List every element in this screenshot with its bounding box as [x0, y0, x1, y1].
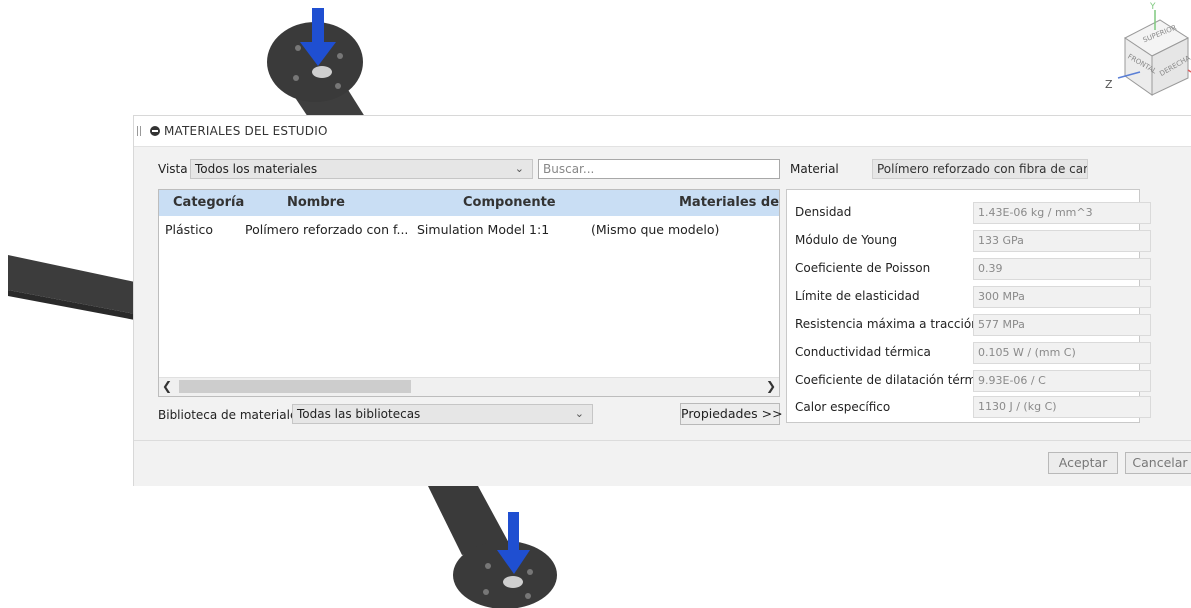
column-header-category[interactable]: Categoría [173, 190, 244, 216]
properties-button[interactable]: Propiedades >> [680, 403, 783, 425]
property-label: Densidad [795, 205, 852, 219]
cell-name: Polímero reforzado con f... [245, 222, 409, 237]
material-name-value: Polímero reforzado con fibra de carbono [877, 162, 1088, 176]
dialog-title: MATERIALES DEL ESTUDIO [164, 124, 328, 138]
property-value: 1.43E-06 kg / mm^3 [973, 202, 1151, 224]
horizontal-scrollbar[interactable]: ❮ ❯ [159, 377, 779, 396]
study-materials-dialog: MATERIALES DEL ESTUDIO Vista Todos los m… [133, 115, 1191, 486]
cell-category: Plástico [165, 222, 214, 237]
property-value: 133 GPa [973, 230, 1151, 252]
library-select-value: Todas las bibliotecas [297, 407, 421, 421]
property-value: 9.93E-06 / C [973, 370, 1151, 392]
chevron-down-icon: ⌄ [514, 162, 524, 175]
column-header-component[interactable]: Componente [463, 190, 556, 216]
library-label: Biblioteca de materiales [158, 408, 304, 422]
scrollbar-thumb[interactable] [179, 380, 411, 393]
arm-left [8, 255, 135, 320]
materials-table: Categoría Nombre Componente Materiales d… [158, 189, 780, 397]
search-placeholder: Buscar... [543, 162, 595, 176]
property-label: Calor específico [795, 400, 891, 414]
axis-y-label: Y [1150, 2, 1156, 12]
cell-material-source: (Mismo que modelo) [591, 222, 720, 237]
column-header-name[interactable]: Nombre [287, 190, 345, 216]
property-value: 1130 J / (kg C) [973, 396, 1151, 418]
arm-bottom [428, 486, 557, 608]
dialog-titlebar[interactable]: MATERIALES DEL ESTUDIO [134, 116, 1191, 147]
column-header-materials[interactable]: Materiales de [679, 190, 779, 216]
property-label: Coeficiente de dilatación térmica [795, 373, 994, 387]
scroll-left-icon[interactable]: ❮ [162, 379, 172, 393]
property-label: Límite de elasticidad [795, 289, 920, 303]
cancel-button[interactable]: Cancelar [1125, 452, 1191, 474]
drag-grip-icon[interactable] [137, 126, 141, 136]
properties-panel: Densidad 1.43E-06 kg / mm^3 Módulo de Yo… [786, 189, 1151, 423]
property-value: 0.39 [973, 258, 1151, 280]
collapse-icon[interactable] [150, 126, 160, 136]
library-select[interactable]: Todas las bibliotecas ⌄ [292, 404, 593, 424]
search-input[interactable]: Buscar... [538, 159, 780, 179]
view-select-value: Todos los materiales [195, 162, 318, 176]
accept-button[interactable]: Aceptar [1048, 452, 1118, 474]
property-value: 0.105 W / (mm C) [973, 342, 1151, 364]
scroll-right-icon[interactable]: ❯ [766, 379, 776, 393]
view-label: Vista [158, 162, 188, 176]
material-name-field: Polímero reforzado con fibra de carbono [872, 159, 1088, 179]
material-label: Material [790, 162, 839, 176]
chevron-down-icon: ⌄ [574, 407, 584, 420]
view-select[interactable]: Todos los materiales ⌄ [190, 159, 533, 179]
property-value: 300 MPa [973, 286, 1151, 308]
axis-z-label: Z [1105, 78, 1113, 91]
footer-divider [134, 440, 1191, 441]
property-label: Módulo de Young [795, 233, 898, 247]
property-label: Conductividad térmica [795, 345, 931, 359]
property-label: Coeficiente de Poisson [795, 261, 931, 275]
property-label: Resistencia máxima a tracción [795, 317, 979, 331]
cell-component: Simulation Model 1:1 [417, 222, 550, 237]
property-value: 577 MPa [973, 314, 1151, 336]
table-header: Categoría Nombre Componente Materiales d… [159, 190, 779, 216]
